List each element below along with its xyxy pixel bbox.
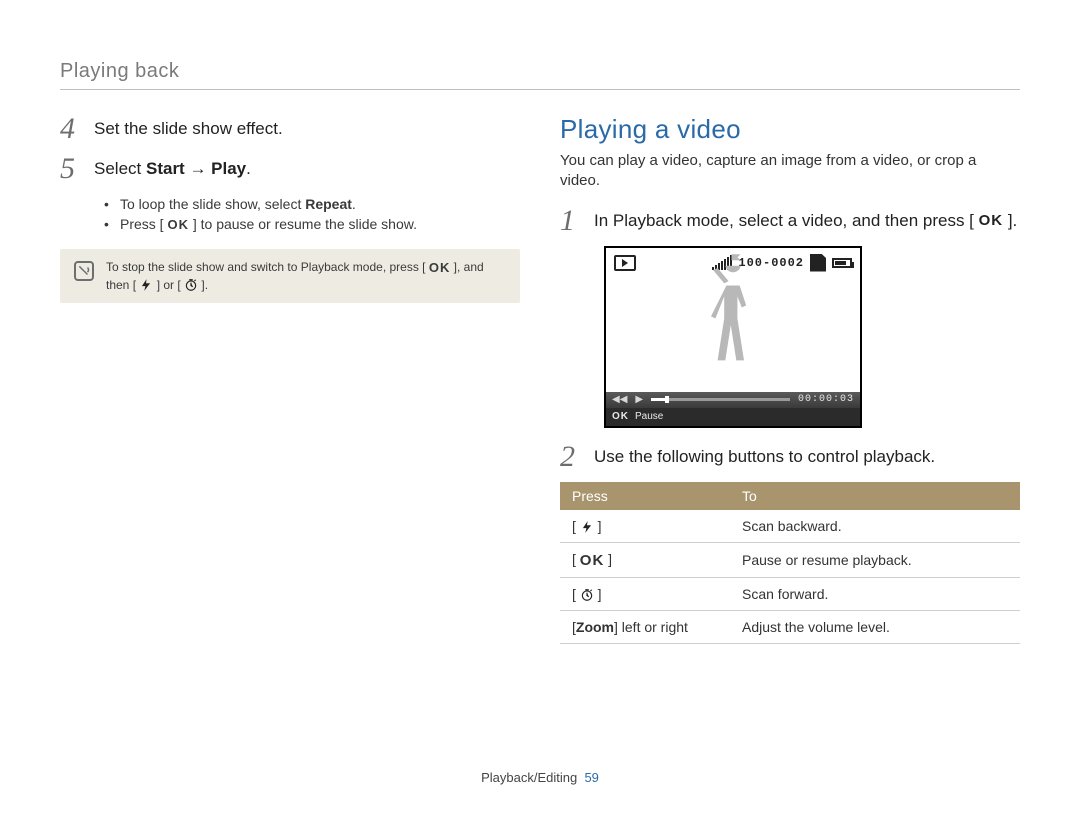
person-silhouette: [698, 266, 768, 381]
step-text: Set the slide show effect.: [94, 114, 283, 144]
progress-track: [651, 398, 790, 401]
table-row: [ ] Scan forward.: [560, 577, 1020, 610]
note-box: To stop the slide show and switch to Pla…: [60, 249, 520, 303]
footer-section: Playback/Editing: [481, 770, 577, 785]
bullet-loop: To loop the slide show, select Repeat.: [104, 194, 520, 214]
timer-icon: [580, 586, 594, 602]
ok-icon: OK: [167, 216, 189, 235]
memory-card-icon: [810, 254, 826, 272]
ok-icon: OK: [612, 411, 629, 422]
cell-press-bold: Zoom: [576, 619, 614, 635]
ok-icon: OK: [580, 552, 605, 569]
cell-press: [Zoom] left or right: [560, 610, 730, 643]
col-to: To: [730, 482, 1020, 510]
step-text: In Playback mode, select a video, and th…: [594, 206, 1017, 236]
timer-icon: [184, 278, 198, 292]
footer-page: 59: [584, 770, 598, 785]
step-1: 1 In Playback mode, select a video, and …: [560, 206, 1020, 236]
play-icon: ▶: [635, 394, 643, 405]
bullet-prefix: To loop the slide show, select: [120, 196, 305, 212]
elapsed-time: 00:00:03: [798, 394, 854, 405]
step-number: 2: [560, 442, 582, 472]
ok-icon: OK: [979, 211, 1004, 231]
header-divider: [60, 89, 1020, 90]
controls-table: Press To [ ] Scan backward. [ OK ] Pause…: [560, 482, 1020, 644]
ok-icon: OK: [429, 259, 451, 277]
table-header-row: Press To: [560, 482, 1020, 510]
step-text: Use the following buttons to control pla…: [594, 442, 935, 472]
section-title: Playing a video: [560, 114, 1020, 145]
bullet-pause: Press [ OK ] to pause or resume the slid…: [104, 214, 520, 235]
step-number: 4: [60, 114, 82, 144]
cell-press: [ ]: [560, 577, 730, 610]
table-row: [ OK ] Pause or resume playback.: [560, 542, 1020, 577]
note-icon: [74, 261, 94, 281]
flash-icon: [580, 518, 594, 534]
bullet-suffix: .: [352, 196, 356, 212]
step-suffix: ].: [1003, 211, 1017, 230]
step-text: Select Start → Play.: [94, 154, 251, 184]
step-5: 5 Select Start → Play.: [60, 154, 520, 184]
cell-to: Adjust the volume level.: [730, 610, 1020, 643]
battery-icon: [832, 258, 852, 268]
rewind-icon: ◀◀: [612, 394, 627, 405]
section-intro: You can play a video, capture an image f…: [560, 151, 1020, 192]
table-row: [ ] Scan backward.: [560, 510, 1020, 543]
video-screenshot: 100-0002 ◀◀ ▶ 00:00:03 OK Pause: [604, 246, 862, 428]
breadcrumb: Playing back: [60, 60, 1020, 83]
text-prefix: Select: [94, 159, 146, 178]
step-number: 1: [560, 206, 582, 236]
right-column: Playing a video You can play a video, ca…: [560, 114, 1020, 644]
flash-icon: [139, 278, 153, 292]
video-progress-bar: ◀◀ ▶ 00:00:03: [606, 392, 860, 408]
text-bold: Start → Play: [146, 159, 246, 178]
page-footer: Playback/Editing 59: [0, 770, 1080, 785]
video-bottom-bar: OK Pause: [606, 408, 860, 426]
step-4: 4 Set the slide show effect.: [60, 114, 520, 144]
step-5-bullets: To loop the slide show, select Repeat. P…: [104, 194, 520, 235]
bullet-prefix: Press [: [120, 216, 167, 232]
note-text: To stop the slide show and switch to Pla…: [106, 259, 506, 293]
col-press: Press: [560, 482, 730, 510]
bullet-suffix: ] to pause or resume the slide show.: [189, 216, 417, 232]
playback-mode-icon: [614, 255, 636, 271]
cell-press: [ ]: [560, 510, 730, 543]
cell-press-suffix: ] left or right: [614, 619, 688, 635]
text-suffix: .: [246, 159, 251, 178]
bullet-bold: Repeat: [305, 196, 352, 212]
left-column: 4 Set the slide show effect. 5 Select St…: [60, 114, 520, 644]
note-prefix: To stop the slide show and switch to Pla…: [106, 260, 429, 274]
cell-to: Scan forward.: [730, 577, 1020, 610]
note-or: ] or [: [153, 278, 184, 292]
pause-label: Pause: [635, 411, 663, 422]
table-row: [Zoom] left or right Adjust the volume l…: [560, 610, 1020, 643]
content-columns: 4 Set the slide show effect. 5 Select St…: [60, 114, 1020, 644]
cell-to: Pause or resume playback.: [730, 542, 1020, 577]
note-end: ].: [198, 278, 208, 292]
cell-to: Scan backward.: [730, 510, 1020, 543]
step-prefix: In Playback mode, select a video, and th…: [594, 211, 979, 230]
step-2: 2 Use the following buttons to control p…: [560, 442, 1020, 472]
step-number: 5: [60, 154, 82, 184]
cell-press: [ OK ]: [560, 542, 730, 577]
